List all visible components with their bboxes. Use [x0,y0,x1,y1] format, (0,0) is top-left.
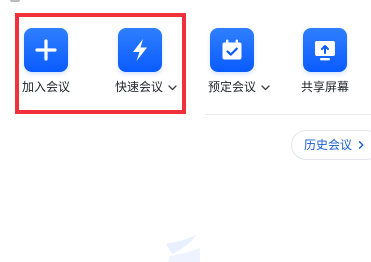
join-meeting-label: 加入会议 [22,80,71,94]
screen-share-icon [315,41,335,61]
schedule-meeting-button[interactable]: 预定会议 [208,28,298,98]
schedule-meeting-tile[interactable] [210,28,254,72]
schedule-meeting-label: 预定会议 [208,80,257,94]
lightning-bolt-icon [133,39,147,61]
chevron-down-icon[interactable] [167,82,178,93]
share-screen-button[interactable]: 共享屏幕 [301,28,371,98]
calendar-check-icon [222,39,242,60]
join-meeting-button[interactable]: 加入会议 [22,28,112,98]
share-screen-label: 共享屏幕 [301,80,350,94]
history-meetings-button[interactable]: 历史会议 [291,130,371,160]
quick-meeting-label: 快速会议 [115,80,164,94]
quick-meeting-button[interactable]: 快速会议 [115,28,205,98]
background-illustration-fragment [166,235,200,262]
top-edge-fragment [10,0,20,2]
section-divider [205,114,371,115]
chevron-down-icon[interactable] [260,82,271,93]
quick-meeting-tile[interactable] [118,28,162,72]
share-screen-tile[interactable] [303,28,347,72]
plus-icon [35,39,57,61]
chevron-right-icon [358,141,364,149]
meeting-home-panel: 加入会议 快速会议 预定会议 共享屏幕 历史会议 [0,0,371,262]
history-meetings-label: 历史会议 [304,138,353,152]
join-meeting-tile[interactable] [24,28,68,72]
